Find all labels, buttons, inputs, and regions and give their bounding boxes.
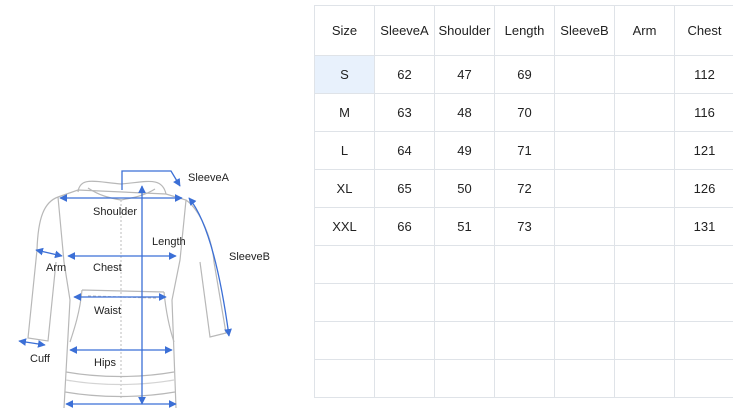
table-header-row: Size SleeveA Shoulder Length SleeveB Arm… bbox=[314, 5, 733, 56]
label-arm: Arm bbox=[46, 262, 67, 274]
header-chest: Chest bbox=[674, 5, 733, 56]
label-cuff: Cuff bbox=[30, 353, 50, 365]
header-sleevea: SleeveA bbox=[374, 5, 435, 56]
header-shoulder: Shoulder bbox=[434, 5, 495, 56]
empty-row bbox=[314, 283, 733, 322]
label-waist: Waist bbox=[94, 305, 122, 317]
cell-arm bbox=[614, 169, 675, 208]
label-chest: Chest bbox=[93, 262, 122, 274]
cell-length: 70 bbox=[494, 93, 555, 132]
cell-length: 73 bbox=[494, 207, 555, 246]
cell-chest: 126 bbox=[674, 169, 733, 208]
label-sleevea: SleeveA bbox=[188, 172, 229, 184]
size-cell-xxl[interactable]: XXL bbox=[314, 207, 375, 246]
cell-shoulder: 51 bbox=[434, 207, 495, 246]
cell-chest: 112 bbox=[674, 55, 733, 94]
cell-length: 72 bbox=[494, 169, 555, 208]
cell-chest: 131 bbox=[674, 207, 733, 246]
empty-row bbox=[314, 245, 733, 284]
size-cell-l[interactable]: L bbox=[314, 131, 375, 170]
header-size: Size bbox=[314, 5, 375, 56]
cell-length: 71 bbox=[494, 131, 555, 170]
table-row[interactable]: M 63 48 70 116 bbox=[314, 93, 733, 132]
header-length: Length bbox=[494, 5, 555, 56]
measurement-diagram: SleeveA Shoulder Length SleeveB Arm Ches… bbox=[0, 0, 310, 408]
empty-row bbox=[314, 359, 733, 398]
cell-chest: 116 bbox=[674, 93, 733, 132]
size-cell-s[interactable]: S bbox=[314, 55, 375, 94]
cell-sleevea: 63 bbox=[374, 93, 435, 132]
size-chart: Size SleeveA Shoulder Length SleeveB Arm… bbox=[314, 5, 733, 408]
cell-arm bbox=[614, 55, 675, 94]
cell-arm bbox=[614, 207, 675, 246]
cell-shoulder: 48 bbox=[434, 93, 495, 132]
table-row[interactable]: L 64 49 71 121 bbox=[314, 131, 733, 170]
cell-arm bbox=[614, 93, 675, 132]
table-row[interactable]: S 62 47 69 112 bbox=[314, 55, 733, 94]
cell-sleeveb bbox=[554, 131, 615, 170]
cell-arm bbox=[614, 131, 675, 170]
size-cell-m[interactable]: M bbox=[314, 93, 375, 132]
cell-length: 69 bbox=[494, 55, 555, 94]
cell-sleevea: 62 bbox=[374, 55, 435, 94]
cell-chest: 121 bbox=[674, 131, 733, 170]
size-cell-xl[interactable]: XL bbox=[314, 169, 375, 208]
cell-sleevea: 66 bbox=[374, 207, 435, 246]
header-sleeveb: SleeveB bbox=[554, 5, 615, 56]
empty-row bbox=[314, 321, 733, 360]
cell-sleeveb bbox=[554, 207, 615, 246]
table-row[interactable]: XXL 66 51 73 131 bbox=[314, 207, 733, 246]
label-sleeveb: SleeveB bbox=[229, 251, 270, 263]
cell-sleevea: 64 bbox=[374, 131, 435, 170]
size-chart-table: Size SleeveA Shoulder Length SleeveB Arm… bbox=[314, 5, 733, 398]
header-arm: Arm bbox=[614, 5, 675, 56]
cell-sleeveb bbox=[554, 93, 615, 132]
label-length: Length bbox=[152, 236, 186, 248]
cell-shoulder: 49 bbox=[434, 131, 495, 170]
table-row[interactable]: XL 65 50 72 126 bbox=[314, 169, 733, 208]
cell-sleeveb bbox=[554, 169, 615, 208]
hoodie-outline bbox=[18, 170, 232, 408]
cell-shoulder: 47 bbox=[434, 55, 495, 94]
cell-shoulder: 50 bbox=[434, 169, 495, 208]
cell-sleevea: 65 bbox=[374, 169, 435, 208]
label-shoulder: Shoulder bbox=[93, 206, 138, 218]
label-hips: Hips bbox=[94, 357, 117, 369]
cell-sleeveb bbox=[554, 55, 615, 94]
